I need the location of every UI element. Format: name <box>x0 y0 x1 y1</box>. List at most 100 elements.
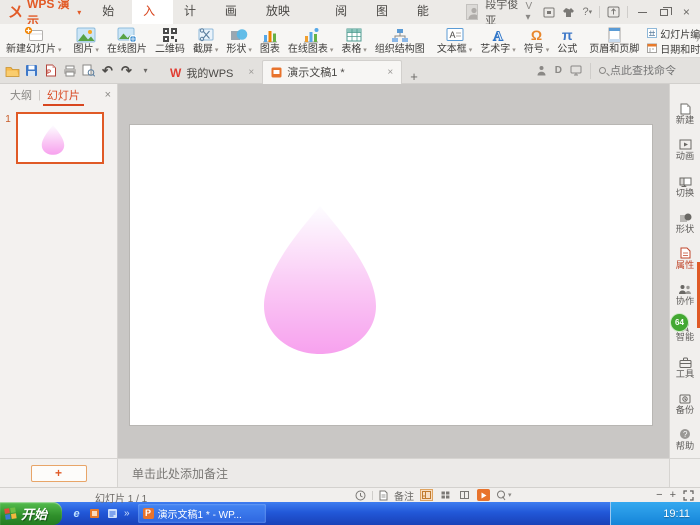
tab-slideshow[interactable]: 幻灯片放映 <box>255 0 324 24</box>
formula-button[interactable]: π 公式 <box>553 25 581 57</box>
notification-badge[interactable]: 64 <box>670 313 689 332</box>
add-slide-button[interactable]: + <box>31 465 87 482</box>
statusbar-separator <box>372 491 373 500</box>
restore-button[interactable] <box>657 4 672 20</box>
close-tab-icon[interactable]: × <box>387 67 393 78</box>
zoom-in-button[interactable]: + <box>670 490 676 501</box>
orgchart-button[interactable]: 组织结构图 <box>371 25 429 57</box>
clock[interactable]: 19:11 <box>663 508 690 520</box>
open-folder-icon[interactable] <box>4 62 21 80</box>
history-clock-icon[interactable] <box>355 490 366 501</box>
ribbon-overflow-chevron[interactable]: › <box>696 34 699 44</box>
sidebar-item-animation[interactable]: 动画 <box>670 132 700 168</box>
display-monitor-icon[interactable] <box>570 65 582 76</box>
close-button[interactable]: × <box>679 4 694 20</box>
slide-editing-surface[interactable] <box>130 125 652 425</box>
qrcode-button[interactable]: 二维码 <box>151 25 189 57</box>
tab-home[interactable]: 开始 <box>91 0 132 24</box>
header-footer-button[interactable]: 页眉和页脚 <box>585 25 643 57</box>
close-tab-icon[interactable]: × <box>248 67 254 78</box>
document-tab-bar: P ↶ ↷ ▾ W 我的WPS × 演示文稿1 * × + <box>0 58 700 84</box>
quick-launch-overflow-chevron[interactable]: » <box>124 508 130 519</box>
sidebar-item-shape[interactable]: 形状 <box>670 205 700 241</box>
chart-button[interactable]: 图表 <box>256 25 284 57</box>
picture-button[interactable]: 图片 <box>69 25 102 57</box>
save-icon[interactable] <box>23 62 40 80</box>
table-button[interactable]: 表格 <box>337 25 370 57</box>
tab-outline[interactable]: 大纲 <box>6 84 36 106</box>
user-avatar[interactable] <box>466 4 479 20</box>
new-slide-button[interactable]: 新建幻灯片 <box>2 25 65 57</box>
slide-sorter-view-button[interactable] <box>439 489 452 501</box>
assistant-person-icon[interactable] <box>536 65 547 76</box>
play-icon <box>481 492 487 499</box>
sidebar-item-collaborate[interactable]: 协作 <box>670 277 700 313</box>
sidebar-item-help[interactable]: ? 帮助 <box>670 422 700 458</box>
document-tabs: W 我的WPS × 演示文稿1 * × + <box>162 58 426 84</box>
sidebar-item-new[interactable]: 新建 <box>670 96 700 132</box>
online-picture-button[interactable]: 在线图片 <box>103 25 151 57</box>
docer-d-icon[interactable]: D <box>555 65 562 76</box>
online-chart-button[interactable]: 在线图表 <box>284 25 337 57</box>
notes-toggle-icon[interactable] <box>379 490 388 501</box>
shapes-button[interactable]: 形状 <box>222 25 255 57</box>
new-doc-icon <box>680 102 691 115</box>
tab-slides[interactable]: 幻灯片 <box>43 84 84 106</box>
sidebar-item-transition[interactable]: 切换 <box>670 168 700 204</box>
tab-design[interactable]: 设计 <box>173 0 214 24</box>
panel-tab-divider: | <box>38 89 41 101</box>
notes-toggle-label[interactable]: 备注 <box>394 488 414 503</box>
help-circle-icon: ? <box>679 428 691 441</box>
wordart-button[interactable]: A 艺术字 <box>476 25 519 57</box>
shapes-icon <box>230 26 248 44</box>
export-pdf-icon[interactable]: P <box>42 62 59 80</box>
undo-icon[interactable]: ↶ <box>99 62 116 80</box>
skin-shirt-icon[interactable] <box>562 7 575 18</box>
start-button[interactable]: 开始 <box>0 502 62 525</box>
quick-launch-icon-3[interactable] <box>106 507 119 520</box>
laser-pointer-button[interactable]: ▾ <box>496 490 512 501</box>
reading-view-button[interactable] <box>458 489 471 501</box>
print-preview-icon[interactable] <box>80 62 97 80</box>
zoom-out-button[interactable]: − <box>656 490 662 501</box>
tab-special-features[interactable]: 特色功能 <box>406 0 466 24</box>
tab-insert[interactable]: 插入 <box>132 0 173 24</box>
notes-area[interactable]: 单击此处添加备注 <box>118 459 669 487</box>
tab-animation[interactable]: 动画 <box>214 0 255 24</box>
egg-shape[interactable] <box>255 203 385 357</box>
panel-close-icon[interactable]: × <box>105 89 111 101</box>
textbox-button[interactable]: A 文本框 <box>433 25 476 57</box>
customize-qat-caret-icon[interactable]: ▾ <box>137 62 154 80</box>
sidebar-item-properties[interactable]: 属性 <box>670 241 700 277</box>
message-box-icon[interactable] <box>543 6 555 18</box>
print-icon[interactable] <box>61 62 78 80</box>
minimize-button[interactable] <box>635 4 650 20</box>
tab-review[interactable]: 审阅 <box>324 0 365 24</box>
quick-launch: e » <box>62 502 136 525</box>
new-tab-button[interactable]: + <box>402 69 426 84</box>
sidebar-item-tools[interactable]: 工具 <box>670 349 700 385</box>
slide-thumbnail[interactable] <box>16 112 104 164</box>
screenshot-button[interactable]: 截屏 <box>189 25 222 57</box>
taskbar-task-button[interactable]: P 演示文稿1 * - WP... <box>138 504 266 523</box>
ie-icon[interactable]: e <box>70 507 83 520</box>
datetime-button[interactable]: 日期和时间 <box>647 41 700 55</box>
vip-badge[interactable]: V ▾ <box>526 1 537 23</box>
command-search[interactable] <box>590 63 696 79</box>
slideshow-play-button[interactable] <box>477 489 490 501</box>
search-input[interactable] <box>610 65 696 77</box>
normal-view-button[interactable] <box>420 489 433 501</box>
animation-icon <box>679 138 692 151</box>
tab-view[interactable]: 视图 <box>365 0 406 24</box>
tab-my-wps[interactable]: W 我的WPS × <box>162 62 262 84</box>
tab-presentation1[interactable]: 演示文稿1 * × <box>262 60 402 84</box>
help-menu-icon[interactable]: ?▾ <box>582 6 592 18</box>
upload-share-icon[interactable] <box>607 6 620 18</box>
zoom-controls: − + <box>656 488 694 502</box>
symbol-button[interactable]: Ω 符号 <box>520 25 553 57</box>
sidebar-item-backup[interactable]: 备份 <box>670 386 700 422</box>
slide-number-button[interactable]: 幻灯片编号 <box>647 26 700 40</box>
fit-window-icon[interactable] <box>683 490 694 501</box>
quick-launch-icon-2[interactable] <box>88 507 101 520</box>
redo-icon[interactable]: ↷ <box>118 62 135 80</box>
